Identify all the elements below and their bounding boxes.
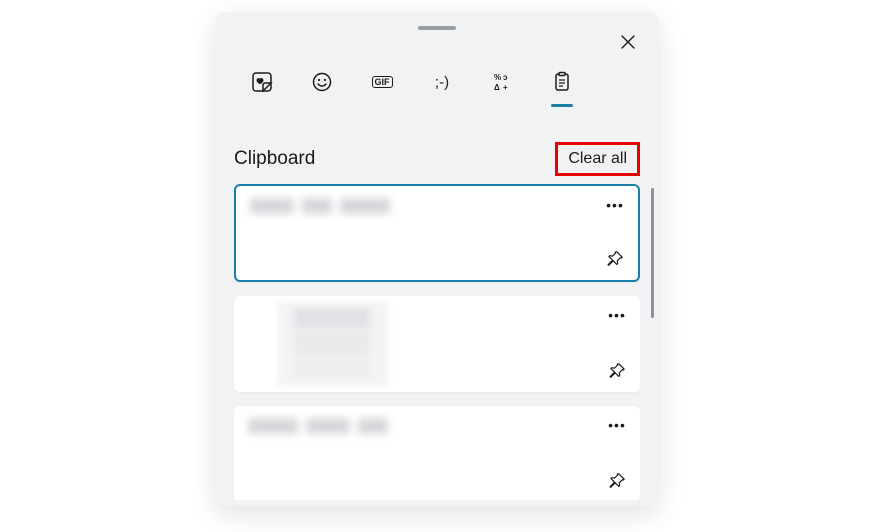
symbols-icon: % ↄ Δ + xyxy=(491,71,513,93)
gif-tab[interactable]: GIF xyxy=(366,70,398,110)
clipboard-item[interactable]: ••• xyxy=(234,184,640,282)
svg-text:%: % xyxy=(494,73,501,82)
section-title: Clipboard xyxy=(234,148,315,170)
category-tabbar: GIF ;-) % ↄ Δ + xyxy=(246,70,578,110)
clipboard-tab[interactable] xyxy=(546,70,578,110)
kaomoji-icon: ;-) xyxy=(430,70,454,94)
pin-icon xyxy=(608,472,626,490)
drag-handle[interactable] xyxy=(418,26,456,30)
item-more-button[interactable]: ••• xyxy=(604,414,630,436)
recent-tab[interactable] xyxy=(246,70,278,110)
gif-icon: GIF xyxy=(372,76,393,88)
more-icon: ••• xyxy=(606,197,624,213)
section-header: Clipboard Clear all xyxy=(234,144,640,174)
kaomoji-tab[interactable]: ;-) xyxy=(426,70,458,110)
item-pin-button[interactable] xyxy=(604,468,630,494)
close-icon xyxy=(620,34,636,50)
more-icon: ••• xyxy=(608,307,626,323)
emoji-tab[interactable] xyxy=(306,70,338,110)
svg-text:Δ: Δ xyxy=(494,83,500,92)
more-icon: ••• xyxy=(608,417,626,433)
clipboard-item[interactable]: ••• xyxy=(234,296,640,392)
heart-sticker-icon xyxy=(251,71,273,93)
pin-icon xyxy=(606,250,624,268)
clipboard-items-list: ••• ••• xyxy=(234,184,640,500)
pin-icon xyxy=(608,362,626,380)
clipboard-icon xyxy=(551,71,573,93)
smiley-icon xyxy=(311,71,333,93)
item-pin-button[interactable] xyxy=(602,246,628,272)
item-more-button[interactable]: ••• xyxy=(604,304,630,326)
clipboard-item-image-preview xyxy=(278,302,388,386)
close-button[interactable] xyxy=(614,28,642,56)
item-pin-button[interactable] xyxy=(604,358,630,384)
clear-all-button[interactable]: Clear all xyxy=(555,142,640,175)
item-more-button[interactable]: ••• xyxy=(602,194,628,216)
svg-text:+: + xyxy=(503,83,508,92)
clipboard-item-text-preview xyxy=(248,418,408,438)
clipboard-item[interactable]: ••• xyxy=(234,406,640,500)
symbols-tab[interactable]: % ↄ Δ + xyxy=(486,70,518,110)
emoji-clipboard-panel: GIF ;-) % ↄ Δ + xyxy=(216,12,658,506)
clipboard-item-text-preview xyxy=(250,198,410,218)
svg-text:ↄ: ↄ xyxy=(503,73,508,82)
scrollbar-thumb[interactable] xyxy=(651,188,654,318)
